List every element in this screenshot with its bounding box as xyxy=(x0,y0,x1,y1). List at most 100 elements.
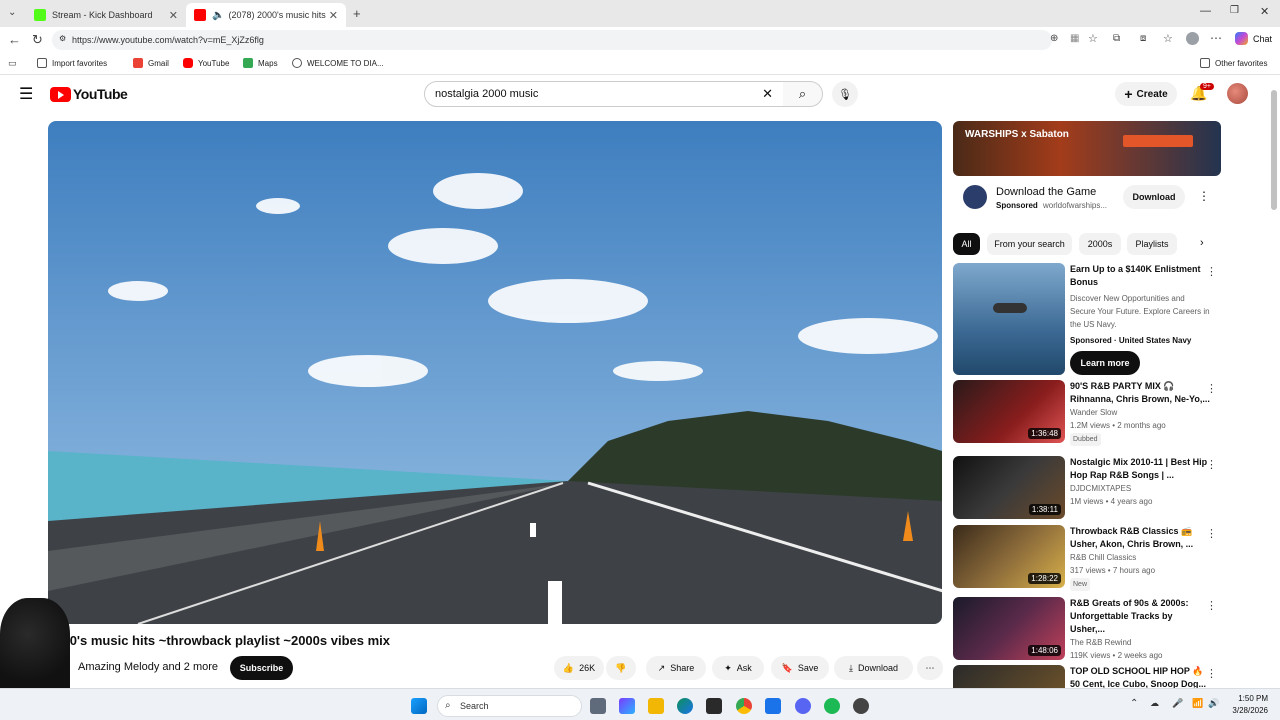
sidebar-video-item[interactable]: TOP OLD SCHOOL HIP HOP 🔥 50 Cent, Ice Cu… xyxy=(953,665,1221,688)
ad-title[interactable]: Download the Game xyxy=(996,186,1096,198)
mic-icon[interactable]: 🎤 xyxy=(1172,698,1183,709)
favorite-maps[interactable]: Maps xyxy=(243,58,278,68)
discord-icon[interactable] xyxy=(795,698,811,714)
create-button[interactable]: + Create xyxy=(1115,82,1177,106)
sidebar-toggle-icon[interactable]: ▭ xyxy=(8,58,17,69)
translate-icon[interactable]: ⊕ xyxy=(1050,33,1058,44)
learn-more-button[interactable]: Learn more xyxy=(1070,351,1140,375)
more-icon[interactable]: ⋮ xyxy=(1206,265,1217,278)
favorites-icon[interactable]: ☆ xyxy=(1163,32,1173,45)
more-icon[interactable]: ⋮ xyxy=(1206,599,1217,612)
copilot-icon[interactable] xyxy=(1235,32,1248,45)
sidebar-video-item[interactable]: 1:28:22 Throwback R&B Classics 📻 Usher, … xyxy=(953,525,1221,591)
more-options-icon[interactable]: ⋯ xyxy=(1210,31,1222,45)
more-icon[interactable]: ⋮ xyxy=(1206,458,1217,471)
ad-download-button[interactable]: Download xyxy=(1123,185,1185,209)
extensions-icon[interactable]: ⧉ xyxy=(1113,33,1120,44)
more-icon[interactable]: ⋮ xyxy=(1206,667,1217,680)
sidebar-video-item[interactable]: 1:36:48 90'S R&B PARTY MIX 🎧 Rihnanna, C… xyxy=(953,380,1221,446)
taskbar-time[interactable]: 1:50 PM xyxy=(1228,694,1268,703)
share-button[interactable]: ↗ Share xyxy=(646,656,706,680)
scrollbar-thumb[interactable] xyxy=(1271,90,1277,210)
more-icon[interactable]: ⋮ xyxy=(1206,527,1217,540)
onedrive-icon[interactable]: ☁ xyxy=(1150,698,1159,709)
download-button[interactable]: ⤓ Download xyxy=(834,656,913,680)
favorite-label: WELCOME TO DIA... xyxy=(307,58,384,68)
tab-kick-dashboard[interactable]: Stream - Kick Dashboard ✕ xyxy=(26,3,186,27)
other-favorites[interactable]: Other favorites xyxy=(1200,58,1267,68)
taskbar-search-input[interactable]: ⌕ Search xyxy=(437,695,582,717)
ask-button[interactable]: ✦ Ask xyxy=(712,656,764,680)
microphone-icon: 🎙 xyxy=(838,88,852,101)
mail-icon[interactable] xyxy=(765,698,781,714)
taskbar-date[interactable]: 3/28/2026 xyxy=(1226,706,1268,715)
avatar[interactable] xyxy=(1227,83,1248,104)
tray-chevron-icon[interactable]: ⌃ xyxy=(1130,698,1138,709)
chip-playlists[interactable]: Playlists xyxy=(1127,233,1177,255)
ad-banner[interactable]: WARSHIPS x Sabaton xyxy=(953,121,1221,176)
back-icon[interactable]: ← xyxy=(8,32,21,47)
wifi-icon[interactable]: 📶 xyxy=(1192,698,1203,709)
window-close-icon[interactable]: ✕ xyxy=(1260,5,1269,18)
sidebar-video-item[interactable]: 1:48:06 R&B Greats of 90s & 2000s: Unfor… xyxy=(953,597,1221,662)
spotify-icon[interactable] xyxy=(824,698,840,714)
favorite-youtube[interactable]: YouTube xyxy=(183,58,229,68)
sidebar-ad-item[interactable]: Earn Up to a $140K Enlistment Bonus Disc… xyxy=(953,263,1221,376)
video-thumbnail: 1:38:11 xyxy=(953,456,1065,519)
share-icon: ↗ xyxy=(657,662,666,673)
dislike-button[interactable]: 👎 xyxy=(606,656,636,680)
search-input[interactable]: nostalgia 2000 music ✕ xyxy=(424,81,784,107)
windows-start-icon[interactable] xyxy=(411,698,427,714)
refresh-icon[interactable]: ↻ xyxy=(32,32,43,48)
profile-avatar-icon[interactable] xyxy=(1186,32,1199,45)
page-scrollbar[interactable] xyxy=(1268,76,1280,688)
chip-all[interactable]: All xyxy=(953,233,980,255)
chip-2000s[interactable]: 2000s xyxy=(1079,233,1121,255)
like-button[interactable]: 👍 26K xyxy=(554,656,604,680)
channel-name: R&B Chill Classics xyxy=(1070,553,1137,562)
favorite-star-icon[interactable]: ☆ xyxy=(1088,32,1098,45)
close-tab-icon[interactable]: ✕ xyxy=(169,9,178,22)
menu-icon[interactable]: ☰ xyxy=(19,84,33,104)
favorite-import[interactable]: Import favorites xyxy=(37,58,107,68)
speaker-icon[interactable]: 🔈 xyxy=(212,10,224,21)
address-bar-row: ← ↻ ⚙ https://www.youtube.com/watch?v=mE… xyxy=(0,27,1280,53)
video-stats: 1M views • 4 years ago xyxy=(1070,497,1153,506)
sidebar-video-item[interactable]: 1:38:11 Nostalgic Mix 2010-11 | Best Hip… xyxy=(953,456,1221,521)
subscribe-button[interactable]: Subscribe xyxy=(230,656,293,680)
video-player[interactable] xyxy=(48,121,942,624)
m365-icon[interactable] xyxy=(619,698,635,714)
bookmark-icon: 🔖 xyxy=(781,662,793,673)
favorite-gmail[interactable]: Gmail xyxy=(133,58,169,68)
site-info-icon[interactable]: ⚙ xyxy=(59,34,66,43)
search-button[interactable]: ⌕ xyxy=(783,81,823,107)
ad-more-icon[interactable]: ⋮ xyxy=(1198,189,1210,203)
minimize-icon[interactable]: — xyxy=(1200,5,1211,17)
close-tab-icon[interactable]: ✕ xyxy=(329,9,338,22)
clear-search-icon[interactable]: ✕ xyxy=(762,86,773,102)
channel-name[interactable]: Amazing Melody and 2 more xyxy=(78,661,218,673)
reader-icon[interactable]: ▦ xyxy=(1070,33,1079,44)
task-view-icon[interactable] xyxy=(590,698,606,714)
store-icon[interactable] xyxy=(706,698,722,714)
youtube-logo[interactable]: YouTube xyxy=(50,86,128,102)
copilot-chat-label[interactable]: Chat xyxy=(1253,34,1272,44)
volume-icon[interactable]: 🔊 xyxy=(1208,698,1219,709)
new-tab-icon[interactable]: + xyxy=(353,6,361,21)
edge-icon[interactable] xyxy=(677,698,693,714)
restore-icon[interactable]: ❐ xyxy=(1230,5,1239,16)
url-input[interactable]: ⚙ https://www.youtube.com/watch?v=mE_XjZ… xyxy=(52,30,1052,50)
chevron-right-icon[interactable]: › xyxy=(1200,237,1204,249)
file-explorer-icon[interactable] xyxy=(648,698,664,714)
chrome-icon[interactable] xyxy=(736,698,752,714)
favorite-welcome[interactable]: WELCOME TO DIA... xyxy=(292,58,384,68)
app-icon[interactable] xyxy=(853,698,869,714)
voice-search-button[interactable]: 🎙 xyxy=(832,81,858,107)
save-button[interactable]: 🔖 Save xyxy=(771,656,829,680)
tab-youtube-video[interactable]: 🔈 (2078) 2000's music hits ~thro ✕ xyxy=(186,3,346,27)
more-icon[interactable]: ⋮ xyxy=(1206,382,1217,395)
tab-list-chevron-icon[interactable]: ⌄ xyxy=(8,7,16,18)
chip-from-your-search[interactable]: From your search xyxy=(987,233,1072,255)
collections-icon[interactable]: ⧈ xyxy=(1140,33,1146,44)
more-actions-button[interactable]: ⋯ xyxy=(917,656,943,680)
